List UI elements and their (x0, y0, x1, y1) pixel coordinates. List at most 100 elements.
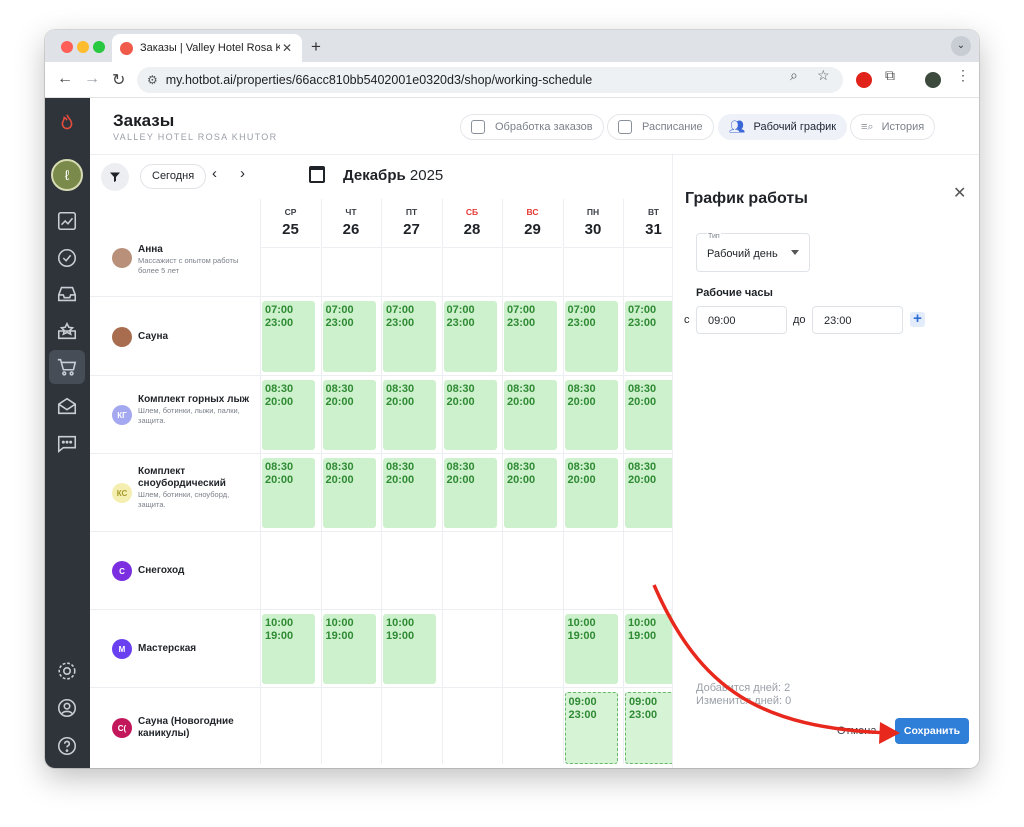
new-tab-icon[interactable]: + (311, 37, 321, 57)
settings-gear-icon[interactable] (54, 658, 80, 684)
tasks-check-icon[interactable] (54, 245, 80, 271)
schedule-slot[interactable]: 08:30 20:00 (322, 458, 376, 528)
slot-start-time: 07:00 (325, 304, 354, 316)
schedule-slot[interactable]: 08:30 20:00 (322, 380, 376, 450)
resource-info[interactable]: С Снегоход (90, 532, 260, 609)
property-logo-avatar[interactable]: ℓ (51, 159, 83, 191)
schedule-slot[interactable]: 08:30 20:00 (504, 380, 557, 450)
schedule-slot[interactable]: 07:00 23:00 (383, 301, 436, 372)
schedule-slot[interactable]: 07:00 23:00 (564, 301, 618, 372)
schedule-slot[interactable]: 10:00 19:00 (625, 614, 672, 684)
slot-start-time: 07:00 (265, 304, 294, 316)
day-header[interactable]: СР 25 (260, 199, 320, 248)
today-button[interactable]: Сегодня (140, 164, 207, 189)
day-header[interactable]: ЧТ 26 (320, 199, 381, 248)
month-year-label[interactable]: Декабрь 2025 (343, 167, 443, 184)
browser-menu-icon[interactable]: ⋮ (956, 67, 970, 84)
mailing-envelope-icon[interactable] (54, 393, 80, 419)
schedule-slot[interactable]: 07:00 23:00 (443, 301, 497, 372)
filter-button[interactable] (101, 163, 129, 191)
close-window-button[interactable] (61, 41, 73, 53)
opera-extension-icon[interactable] (856, 72, 872, 88)
day-header[interactable]: СБ 28 (441, 199, 502, 248)
schedule-slot[interactable]: 10:00 19:00 (383, 614, 436, 684)
next-week-chevron-icon[interactable]: › (240, 165, 245, 182)
reload-icon[interactable]: ↻ (112, 70, 125, 90)
resource-info[interactable]: Сауна (90, 297, 260, 375)
schedule-slot[interactable]: 10:00 19:00 (322, 614, 376, 684)
slot-end-time: 23:00 (265, 316, 294, 329)
grid-line (623, 532, 624, 609)
day-header[interactable]: ПН 30 (562, 199, 623, 248)
day-header[interactable]: ВС 29 (502, 199, 562, 248)
schedule-slot[interactable]: 07:00 23:00 (504, 301, 557, 372)
schedule-slot[interactable]: 08:30 20:00 (383, 458, 436, 528)
chat-bubble-icon[interactable] (54, 431, 80, 457)
forward-arrow-icon[interactable]: → (84, 70, 100, 88)
maximize-window-button[interactable] (93, 41, 105, 53)
schedule-slot[interactable]: 10:00 19:00 (564, 614, 618, 684)
schedule-slot[interactable]: 07:00 23:00 (262, 301, 315, 372)
schedule-slot[interactable]: 07:00 23:00 (322, 301, 376, 372)
tab-working-schedule[interactable]: 👥︎ Рабочий график (718, 114, 848, 140)
calendar-picker-icon[interactable] (309, 166, 325, 183)
schedule-slot[interactable]: 08:30 20:00 (262, 380, 315, 450)
profile-avatar-icon[interactable] (925, 72, 941, 88)
schedule-slot[interactable]: 10:00 19:00 (262, 614, 315, 684)
tab-schedule[interactable]: Расписание (607, 114, 714, 140)
day-header[interactable]: ПТ 27 (381, 199, 441, 248)
schedule-slot[interactable]: 08:30 20:00 (504, 458, 557, 528)
url-input[interactable]: ⚙ my.hotbot.ai/properties/66acc810bb5402… (137, 67, 843, 93)
day-header[interactable]: ВТ 31 (623, 199, 672, 248)
extensions-puzzle-icon[interactable]: ⧉ (885, 67, 895, 84)
resource-info[interactable]: С(Сауна (Новогодние каникулы) (90, 688, 260, 764)
save-button[interactable]: Сохранить (895, 718, 969, 744)
slot-start-time: 08:30 (446, 461, 475, 473)
schedule-slot[interactable]: 08:30 20:00 (625, 380, 672, 450)
resource-info[interactable]: Анна Массажист с опытом работы более 5 ле… (90, 244, 260, 296)
back-arrow-icon[interactable]: ← (57, 70, 73, 88)
add-interval-plus-icon[interactable]: + (910, 311, 925, 327)
end-time-input[interactable]: 23:00 (812, 306, 903, 334)
user-account-icon[interactable] (54, 695, 80, 721)
slot-start-time: 09:00 (629, 696, 658, 708)
reviews-star-icon[interactable] (54, 318, 80, 344)
tab-history[interactable]: ≡⌕ История (850, 114, 936, 140)
resource-info[interactable]: М Мастерская (90, 610, 260, 687)
schedule-slot[interactable]: 08:30 20:00 (443, 458, 497, 528)
prev-week-chevron-icon[interactable]: ‹ (212, 165, 217, 182)
help-question-icon[interactable] (54, 733, 80, 759)
browser-tab[interactable]: Заказы | Valley Hotel Rosa Khutor ✕ (112, 34, 302, 62)
slot-end-time: 20:00 (325, 473, 354, 486)
hotbot-logo-icon[interactable] (54, 110, 80, 136)
shop-cart-icon[interactable] (54, 354, 80, 380)
grid-line (502, 297, 503, 375)
schedule-slot[interactable]: 07:00 23:00 (625, 301, 672, 372)
minimize-window-button[interactable] (77, 41, 89, 53)
schedule-slot[interactable]: 08:30 20:00 (262, 458, 315, 528)
schedule-slot[interactable]: 08:30 20:00 (564, 458, 618, 528)
grid-line (502, 454, 503, 531)
zoom-icon[interactable]: ⌕ (790, 67, 798, 84)
analytics-chart-icon[interactable] (54, 208, 80, 234)
bookmark-star-icon[interactable]: ☆ (817, 67, 830, 84)
schedule-slot[interactable]: 09:00 23:00 (564, 692, 618, 764)
resource-info[interactable]: КС Комплект сноубордический Шлем, ботинки,… (90, 454, 260, 531)
schedule-slot[interactable]: 08:30 20:00 (383, 380, 436, 450)
inbox-icon[interactable] (54, 281, 80, 307)
grid-line (260, 248, 261, 296)
resource-info[interactable]: КГ Комплект горных лыж Шлем, ботинки, лыжи… (90, 376, 260, 453)
schedule-slot[interactable]: 09:00 23:00 (625, 692, 672, 764)
start-time-input[interactable]: 09:00 (696, 306, 787, 334)
cancel-button[interactable]: Отмена (837, 725, 876, 737)
schedule-slot[interactable]: 08:30 20:00 (564, 380, 618, 450)
close-tab-icon[interactable]: ✕ (280, 41, 294, 55)
day-type-select[interactable]: Тип Рабочий день (696, 233, 810, 272)
tab-search-chevron-icon[interactable]: ⌄ (951, 36, 971, 56)
tab-order-processing[interactable]: Обработка заказов (460, 114, 604, 140)
close-panel-icon[interactable]: ✕ (953, 183, 966, 203)
schedule-slot[interactable]: 08:30 20:00 (625, 458, 672, 528)
tab-working-schedule-label: Рабочий график (753, 121, 837, 133)
site-settings-icon[interactable]: ⚙ (147, 73, 158, 87)
schedule-slot[interactable]: 08:30 20:00 (443, 380, 497, 450)
